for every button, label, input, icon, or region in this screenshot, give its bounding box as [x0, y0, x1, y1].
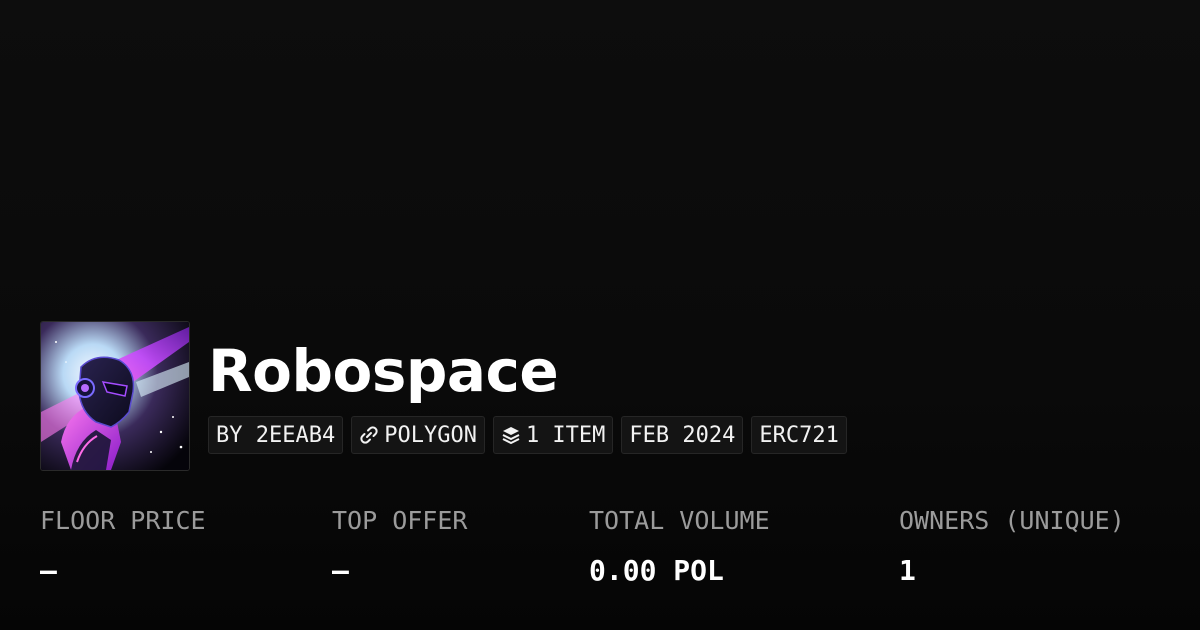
- stat-total-volume: TOTAL VOLUME 0.00 POL: [589, 505, 770, 587]
- date-tag: FEB 2024: [621, 416, 744, 454]
- items-tag[interactable]: 1 ITEM: [492, 416, 614, 454]
- creator-tag-label: BY 2EEAB4: [216, 422, 336, 448]
- standard-tag-label: ERC721: [759, 422, 839, 448]
- standard-tag: ERC721: [751, 416, 847, 454]
- collection-avatar: [40, 321, 190, 471]
- collection-stats: FLOOR PRICE — TOP OFFER — TOTAL VOLUME 0…: [40, 505, 1170, 605]
- collection-tags: BY 2EEAB4 POLYGON 1 ITEM FEB 2024 ERC721: [208, 416, 847, 454]
- stat-label: FLOOR PRICE: [40, 506, 206, 535]
- items-tag-label: 1 ITEM: [525, 422, 606, 448]
- chain-tag[interactable]: POLYGON: [351, 416, 485, 454]
- stat-owners: OWNERS (UNIQUE) 1: [899, 505, 1125, 587]
- stat-value: 0.00 POL: [589, 554, 724, 587]
- stat-top-offer: TOP OFFER —: [332, 505, 467, 587]
- chain-tag-label: POLYGON: [384, 422, 477, 448]
- layers-icon: [501, 425, 521, 445]
- stat-label: TOP OFFER: [332, 506, 468, 535]
- stat-label: OWNERS (UNIQUE): [899, 506, 1125, 535]
- robot-avatar-image: [41, 322, 189, 470]
- collection-title: Robospace: [208, 337, 559, 405]
- stat-value: —: [332, 554, 349, 587]
- stat-value: 1: [899, 554, 916, 587]
- date-tag-label: FEB 2024: [629, 422, 736, 448]
- stat-label: TOTAL VOLUME: [589, 506, 770, 535]
- stat-value: —: [40, 554, 57, 587]
- creator-tag[interactable]: BY 2EEAB4: [208, 416, 344, 454]
- stat-floor-price: FLOOR PRICE —: [40, 505, 206, 587]
- collection-header: Robospace BY 2EEAB4 POLYGON 1 ITEM FEB 2…: [40, 321, 847, 471]
- link-icon: [359, 425, 379, 445]
